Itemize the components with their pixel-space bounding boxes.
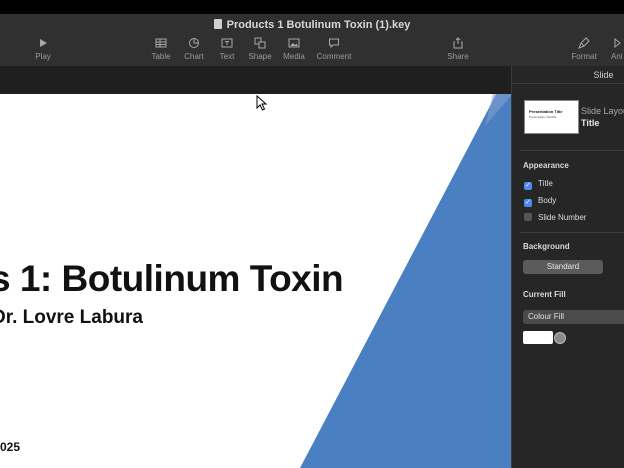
comment-icon bbox=[328, 37, 340, 49]
checkmark-icon: ✓ bbox=[524, 199, 532, 207]
play-icon bbox=[37, 37, 49, 49]
chart-icon bbox=[188, 37, 200, 49]
toolbar: Products 1 Botulinum Toxin (1).key Play … bbox=[0, 14, 624, 67]
format-button[interactable]: Format bbox=[569, 37, 599, 61]
divider bbox=[520, 150, 624, 151]
text-box-icon bbox=[221, 37, 233, 49]
slide-subtitle[interactable]: Dr. Lovre Labura bbox=[0, 307, 143, 329]
slide-layout-thumbnail[interactable]: Presentation Title Presentation Subtitle bbox=[524, 100, 579, 134]
slide-layout-label: Slide Layou bbox=[581, 106, 624, 116]
share-button[interactable]: Share bbox=[445, 37, 471, 61]
slide-layout-value[interactable]: Title bbox=[581, 118, 599, 128]
divider bbox=[520, 232, 624, 233]
slide-date[interactable]: 025 bbox=[0, 440, 20, 454]
media-icon bbox=[288, 37, 300, 49]
color-picker-icon[interactable] bbox=[554, 332, 566, 344]
menu-bar bbox=[0, 0, 624, 14]
table-icon bbox=[155, 37, 167, 49]
text-button[interactable]: Text bbox=[214, 37, 240, 61]
shape-icon bbox=[254, 37, 266, 49]
window-title: Products 1 Botulinum Toxin (1).key bbox=[0, 19, 624, 31]
slide-canvas[interactable]: s 1: Botulinum Toxin Dr. Lovre Labura 02… bbox=[0, 94, 511, 468]
slide-title[interactable]: s 1: Botulinum Toxin bbox=[0, 258, 344, 300]
table-button[interactable]: Table bbox=[148, 37, 174, 61]
comment-button[interactable]: Comment bbox=[315, 37, 353, 61]
paintbrush-icon bbox=[578, 37, 590, 49]
shape-button[interactable]: Shape bbox=[246, 37, 274, 61]
appearance-heading: Appearance bbox=[523, 161, 569, 170]
background-heading: Background bbox=[523, 242, 570, 251]
share-icon bbox=[452, 37, 464, 49]
fill-type-select[interactable]: Colour Fill bbox=[523, 310, 624, 324]
animate-icon bbox=[611, 37, 623, 49]
inspector-panel: Slide Presentation Title Presentation Su… bbox=[511, 66, 624, 468]
fill-color-swatch[interactable] bbox=[523, 331, 553, 344]
body-checkbox[interactable]: ✓ Body bbox=[524, 196, 556, 207]
animate-button[interactable]: Ani bbox=[611, 37, 624, 61]
checkmark-icon: ✓ bbox=[524, 182, 532, 190]
slide-number-checkbox[interactable]: Slide Number bbox=[524, 213, 586, 222]
canvas-background bbox=[0, 66, 511, 94]
mouse-cursor-icon bbox=[256, 95, 268, 111]
document-icon bbox=[213, 19, 222, 29]
tab-slide[interactable]: Slide bbox=[512, 66, 624, 84]
current-fill-heading: Current Fill bbox=[523, 290, 566, 299]
title-checkbox[interactable]: ✓ Title bbox=[524, 179, 553, 190]
media-button[interactable]: Media bbox=[280, 37, 308, 61]
play-button[interactable]: Play bbox=[30, 37, 56, 61]
background-standard-button[interactable]: Standard bbox=[523, 260, 603, 274]
chart-button[interactable]: Chart bbox=[181, 37, 207, 61]
